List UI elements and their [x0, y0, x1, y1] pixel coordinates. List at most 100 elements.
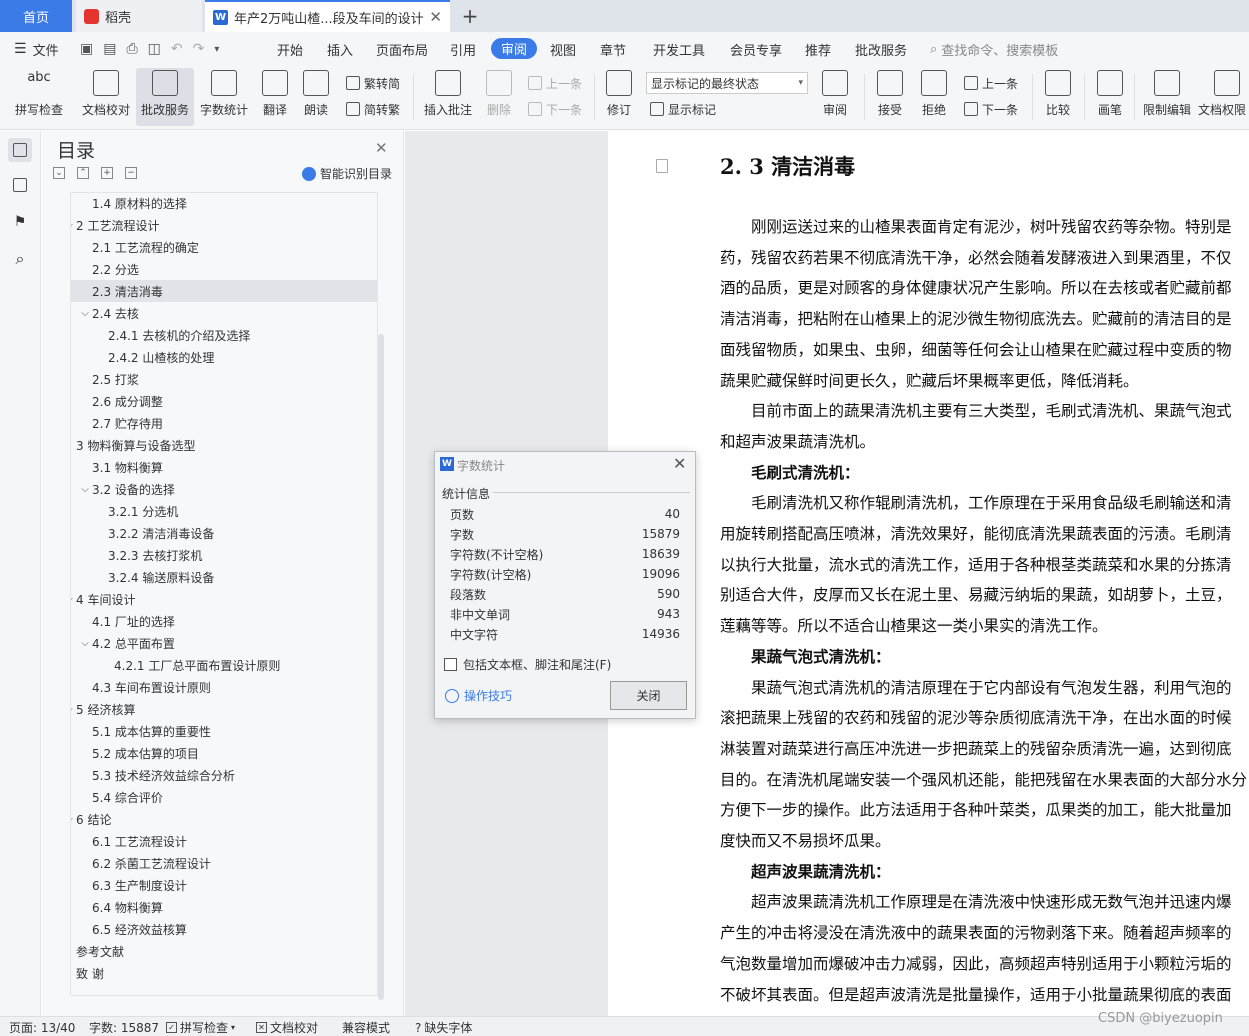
menu-item-devtools[interactable]: 开发工具: [653, 32, 705, 66]
toc-item[interactable]: 2.7 贮存待用: [71, 412, 377, 434]
chapter-icon[interactable]: [8, 173, 32, 197]
toc-item[interactable]: ⌵ 2.4 去核: [71, 302, 377, 324]
document-icon[interactable]: [656, 159, 668, 173]
toc-item[interactable]: ⌵2 工艺流程设计: [71, 214, 377, 236]
chevron-down-icon[interactable]: ⌵: [80, 484, 90, 495]
tab-document[interactable]: W 年产2万吨山楂...段及车间的设计 ✕: [205, 0, 450, 32]
toc-item[interactable]: 6.2 杀菌工艺流程设计: [71, 852, 377, 874]
chevron-down-icon[interactable]: ⌵: [80, 308, 90, 319]
menu-item-recommend[interactable]: 推荐: [805, 32, 831, 66]
review-service-button[interactable]: 批改服务: [136, 68, 194, 126]
menu-item-review-service[interactable]: 批改服务: [855, 32, 907, 66]
toc-item[interactable]: 2.4.2 山楂核的处理: [71, 346, 377, 368]
toc-item[interactable]: 4.2.1 工厂总平面布置设计原则: [71, 654, 377, 676]
new-tab-icon[interactable]: +: [458, 4, 482, 28]
menu-item-reference[interactable]: 引用: [450, 32, 476, 66]
include-textbox-checkbox[interactable]: 包括文本框、脚注和尾注(F): [444, 656, 611, 673]
prev-comment-button[interactable]: 上一条: [528, 72, 582, 94]
review-pane-button[interactable]: 审阅: [815, 68, 855, 126]
export-pdf-icon[interactable]: ▤: [103, 41, 116, 57]
toc-icon[interactable]: [8, 138, 32, 162]
toc-item[interactable]: 6.1 工艺流程设计: [71, 830, 377, 852]
checkbox-box[interactable]: [444, 658, 457, 671]
toc-item[interactable]: 4.3 车间布置设计原则: [71, 676, 377, 698]
pen-button[interactable]: 画笔: [1092, 68, 1128, 126]
next-change-button[interactable]: 下一条: [964, 98, 1018, 120]
tab-daoke[interactable]: 稻壳: [76, 0, 202, 32]
print-preview-icon[interactable]: ◫: [148, 41, 161, 57]
toc-item[interactable]: 6.5 经济效益核算: [71, 918, 377, 940]
restrict-edit-button[interactable]: 限制编辑: [1140, 68, 1194, 126]
document-page[interactable]: 2. 3 清洁消毒 刚刚运送过来的山楂果表面肯定有泥沙，树叶残留农药等杂物。特别…: [608, 131, 1249, 1016]
insert-comment-button[interactable]: 插入批注: [420, 68, 476, 126]
toc-item[interactable]: 2.2 分选: [71, 258, 377, 280]
find-icon[interactable]: ⌕: [8, 247, 32, 271]
chevron-right-icon[interactable]: ›: [71, 440, 74, 451]
chevron-down-icon[interactable]: ⌵: [71, 704, 74, 715]
toc-item[interactable]: 2.1 工艺流程的确定: [71, 236, 377, 258]
toc-item[interactable]: 5.3 技术经济效益综合分析: [71, 764, 377, 786]
bookmark-icon[interactable]: ⚑: [8, 210, 32, 234]
word-count-button[interactable]: 字数统计: [198, 68, 250, 126]
chevron-down-icon[interactable]: ⌵: [71, 594, 74, 605]
close-button[interactable]: 关闭: [610, 681, 687, 710]
smart-toc-button[interactable]: 智能识别目录: [302, 165, 392, 182]
toc-item[interactable]: 5.1 成本估算的重要性: [71, 720, 377, 742]
redo-icon[interactable]: ↷: [193, 41, 205, 57]
missing-font-status[interactable]: ? 缺失字体: [415, 1019, 472, 1036]
chevron-down-icon[interactable]: ⌵: [71, 814, 74, 825]
toc-item[interactable]: 致 谢: [71, 962, 377, 984]
undo-icon[interactable]: ↶: [171, 41, 183, 57]
page-indicator[interactable]: 页面: 13/40: [9, 1019, 75, 1036]
track-changes-button[interactable]: 修订: [600, 68, 638, 126]
menu-item-insert[interactable]: 插入: [327, 32, 353, 66]
toc-item[interactable]: 6.4 物料衡算: [71, 896, 377, 918]
toc-item[interactable]: 2.6 成分调整: [71, 390, 377, 412]
simp-to-trad-button[interactable]: 简转繁: [346, 98, 400, 120]
command-search[interactable]: ⌕ 查找命令、搜索模板: [930, 32, 1058, 66]
toc-item[interactable]: ⌵4 车间设计: [71, 588, 377, 610]
compare-button[interactable]: 比较: [1038, 68, 1078, 126]
prev-change-button[interactable]: 上一条: [964, 72, 1018, 94]
toc-item[interactable]: 5.4 综合评价: [71, 786, 377, 808]
markup-state-select[interactable]: 显示标记的最终状态 ▾: [646, 72, 808, 94]
toc-item[interactable]: ›3 物料衡算与设备选型: [71, 434, 377, 456]
toc-item[interactable]: 5.2 成本估算的项目: [71, 742, 377, 764]
show-markup-button[interactable]: 显示标记: [650, 98, 716, 120]
trad-to-simp-button[interactable]: 繁转简: [346, 72, 400, 94]
toc-item[interactable]: ⌵ 3.2 设备的选择: [71, 478, 377, 500]
toc-item[interactable]: 3.1 物料衡算: [71, 456, 377, 478]
toc-item[interactable]: 3.2.1 分选机: [71, 500, 377, 522]
translate-button[interactable]: 翻译: [255, 68, 295, 126]
toc-item[interactable]: 3.2.2 清洁消毒设备: [71, 522, 377, 544]
spell-check-status[interactable]: ✓ 拼写检查 ▾: [166, 1019, 235, 1036]
remove-heading-icon[interactable]: −: [125, 167, 137, 179]
toc-item[interactable]: 参考文献: [71, 940, 377, 962]
toc-item[interactable]: 2.3 清洁消毒: [71, 280, 377, 302]
doc-check-button[interactable]: 文档校对: [78, 68, 134, 126]
toc-scrollbar[interactable]: [378, 334, 384, 1000]
menu-item-layout[interactable]: 页面布局: [376, 32, 428, 66]
close-icon[interactable]: ✕: [673, 454, 686, 473]
chevron-down-icon[interactable]: ▾: [214, 44, 219, 55]
read-aloud-button[interactable]: 朗读: [298, 68, 334, 126]
delete-comment-button[interactable]: 删除: [480, 68, 518, 126]
chevron-down-icon[interactable]: ⌵: [80, 638, 90, 649]
accept-button[interactable]: 接受: [870, 68, 910, 126]
add-heading-icon[interactable]: +: [101, 167, 113, 179]
tab-home[interactable]: 首页: [0, 0, 72, 32]
next-comment-button[interactable]: 下一条: [528, 98, 582, 120]
doc-check-status[interactable]: ✕ 文档校对: [256, 1019, 318, 1036]
menu-item-start[interactable]: 开始: [277, 32, 303, 66]
collapse-all-icon[interactable]: ⌄: [53, 167, 65, 179]
spell-check-button[interactable]: abc 拼写检查: [8, 68, 70, 126]
toc-item[interactable]: ⌵5 经济核算: [71, 698, 377, 720]
toc-item[interactable]: 3.2.3 去核打浆机: [71, 544, 377, 566]
word-count-indicator[interactable]: 字数: 15887: [89, 1019, 159, 1036]
reject-button[interactable]: 拒绝: [914, 68, 954, 126]
toc-item[interactable]: 1.4 原材料的选择: [71, 193, 377, 214]
menu-item-member[interactable]: 会员专享: [730, 32, 782, 66]
toc-item[interactable]: 4.1 厂址的选择: [71, 610, 377, 632]
toc-item[interactable]: ⌵6 结论: [71, 808, 377, 830]
file-menu[interactable]: ☰ 文件: [14, 32, 59, 66]
